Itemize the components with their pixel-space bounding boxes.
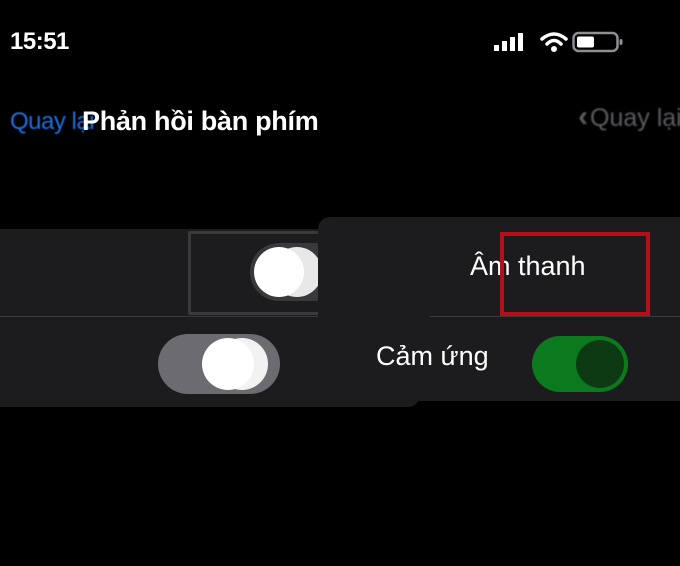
row-divider <box>430 316 680 317</box>
back-button-label: Quay lại <box>590 104 680 132</box>
highlight-box-am-thanh-toggle[interactable] <box>500 232 650 316</box>
toggle-knob <box>576 340 624 388</box>
page-title: Phản hồi bàn phím <box>82 106 319 136</box>
back-button[interactable]: ‹Quay lại <box>578 100 680 134</box>
chevron-left-icon: ‹ <box>578 100 588 133</box>
toggle-knob <box>254 247 304 297</box>
battery-icon <box>572 31 624 58</box>
toggle-cam-ung[interactable] <box>532 336 628 392</box>
ghost-toggle-cam-ung <box>158 334 280 394</box>
cellular-signal-icon <box>494 33 534 56</box>
row-label-cam-ung: Cảm ứng <box>376 341 489 371</box>
status-time: 15:51 <box>10 28 69 55</box>
toggle-knob <box>202 338 254 390</box>
wifi-icon <box>540 31 568 58</box>
